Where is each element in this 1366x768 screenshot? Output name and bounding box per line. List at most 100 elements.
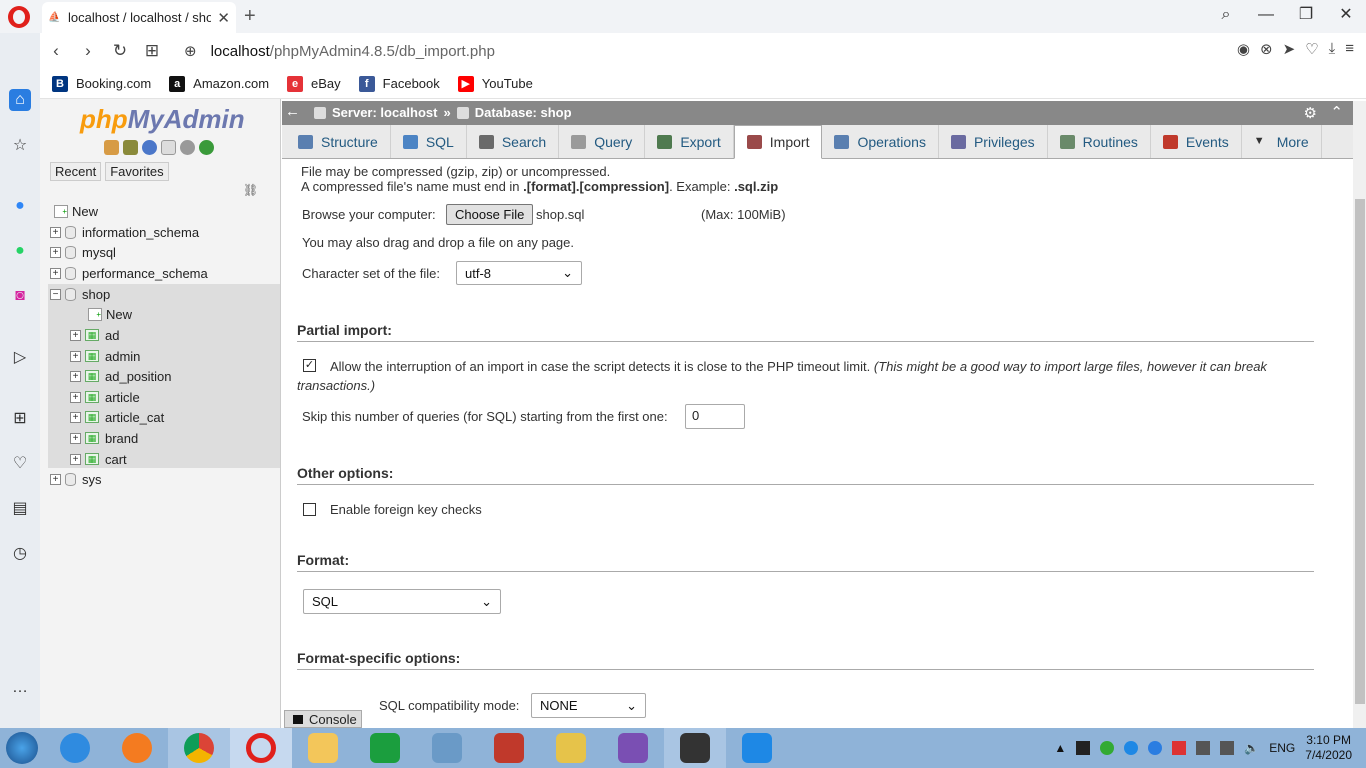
new-tab-plus-icon[interactable]: + <box>244 5 256 28</box>
tab-events[interactable]: Events <box>1151 125 1242 158</box>
adblock-icon[interactable]: ⊗ <box>1260 40 1273 58</box>
back-icon[interactable]: ‹ <box>40 41 72 61</box>
reload-icon[interactable]: ↻ <box>104 41 136 61</box>
reload-nav-icon[interactable] <box>199 140 214 155</box>
link-with-main-panel-icon[interactable]: ⛓ <box>243 183 258 197</box>
taskbar-app-4[interactable] <box>664 728 726 768</box>
start-button[interactable] <box>0 728 44 768</box>
tree-table-cart[interactable]: + ▦ cart <box>70 449 127 469</box>
whatsapp-icon[interactable]: ● <box>9 240 31 262</box>
easy-setup-icon[interactable]: ≡ <box>1345 40 1354 58</box>
expand-icon[interactable]: + <box>70 370 81 382</box>
expand-icon[interactable]: + <box>70 432 81 444</box>
bookmarks-icon[interactable]: ☆ <box>9 134 31 156</box>
close-tab-icon[interactable]: ✕ <box>217 9 230 27</box>
taskbar-store[interactable] <box>354 728 416 768</box>
docs-icon[interactable] <box>161 140 176 155</box>
restore-icon[interactable]: ❐ <box>1286 0 1326 32</box>
tree-table-brand[interactable]: + ▦ brand <box>70 428 138 448</box>
instagram-icon[interactable]: ◙ <box>9 285 31 307</box>
tree-table-article[interactable]: + ▦ article <box>70 387 140 407</box>
minimize-icon[interactable]: — <box>1246 0 1286 32</box>
expand-icon[interactable]: + <box>50 246 61 258</box>
more-icon[interactable]: … <box>9 677 31 699</box>
collapse-top-icon[interactable]: ⌃ <box>1330 103 1343 121</box>
fk-checks-checkbox[interactable] <box>303 503 316 516</box>
tray-security-icon[interactable] <box>1100 741 1115 755</box>
opera-logo-icon[interactable] <box>8 6 30 28</box>
tree-db-performance-schema[interactable]: + performance_schema <box>50 263 208 283</box>
taskbar-app-3[interactable] <box>540 728 602 768</box>
tree-db-sys[interactable]: + sys <box>50 469 102 489</box>
collapse-nav-arrow-icon[interactable]: ← <box>285 103 300 120</box>
choose-file-button[interactable]: Choose File <box>446 204 534 225</box>
bookmark-item[interactable]: f Facebook <box>358 75 440 92</box>
expand-icon[interactable]: + <box>50 267 61 279</box>
tab-operations[interactable]: Operations <box>822 125 939 158</box>
tray-teamviewer-icon[interactable] <box>1148 741 1163 755</box>
taskbar-app-5[interactable] <box>726 728 788 768</box>
extensions-icon[interactable]: ⊞ <box>9 407 31 429</box>
scrollbar-thumb[interactable] <box>1355 199 1365 704</box>
tray-network-icon[interactable] <box>1220 741 1235 755</box>
tab-import[interactable]: Import <box>733 125 823 159</box>
favorites-tab[interactable]: Favorites <box>105 162 169 181</box>
tray-device-icon[interactable] <box>1196 741 1211 755</box>
tree-db-mysql[interactable]: + mysql <box>50 242 116 262</box>
tab-sql[interactable]: SQL <box>391 125 467 158</box>
taskbar-app-1[interactable] <box>416 728 478 768</box>
expand-icon[interactable]: + <box>70 411 81 423</box>
taskbar-opera[interactable] <box>230 728 292 768</box>
forward-icon[interactable]: › <box>72 41 104 61</box>
url-field[interactable]: ⊕ localhost/phpMyAdmin4.8.5/db_import.ph… <box>184 42 495 61</box>
tab-query[interactable]: Query <box>559 125 646 158</box>
console-toggle[interactable]: Console <box>284 710 362 728</box>
tray-alert-icon[interactable] <box>1172 741 1187 755</box>
tab-routines[interactable]: Routines <box>1048 125 1151 158</box>
tree-new-root[interactable]: + New <box>54 201 98 221</box>
personal-news-icon[interactable]: ♡ <box>9 452 31 474</box>
settings-gear-icon[interactable]: ⚙ <box>1304 104 1317 122</box>
format-select[interactable]: SQL ⌄ <box>303 589 501 614</box>
home-small-icon[interactable] <box>104 140 119 155</box>
bookmark-item[interactable]: a Amazon.com <box>169 75 269 92</box>
tab-more[interactable]: ▼ More <box>1242 125 1322 158</box>
taskbar-firefox[interactable] <box>106 728 168 768</box>
expand-icon[interactable]: + <box>70 391 81 403</box>
expand-icon[interactable]: + <box>70 329 81 341</box>
pma-logo[interactable]: phpMyAdmin <box>80 104 245 135</box>
taskbar-vs[interactable] <box>602 728 664 768</box>
compat-mode-select[interactable]: NONE ⌄ <box>531 693 646 718</box>
messenger-icon[interactable]: ● <box>9 195 31 217</box>
tab-structure[interactable]: Structure <box>286 125 391 158</box>
tree-shop-new[interactable]: + New <box>88 304 132 324</box>
search-tabs-icon[interactable]: ⌕ <box>1206 0 1246 32</box>
collapse-icon[interactable]: − <box>50 288 61 300</box>
history-icon[interactable]: ◷ <box>9 542 31 564</box>
taskbar-explorer[interactable] <box>292 728 354 768</box>
tray-overflow-icon[interactable]: ▲ <box>1054 741 1066 755</box>
expand-icon[interactable]: + <box>70 453 81 465</box>
close-window-icon[interactable]: ✕ <box>1326 0 1366 32</box>
recent-tab[interactable]: Recent <box>50 162 102 181</box>
tree-table-admin[interactable]: + ▦ admin <box>70 346 140 366</box>
breadcrumb-server[interactable]: Server: localhost <box>332 105 438 120</box>
flow-icon[interactable]: ▷ <box>9 346 31 368</box>
bookmark-item[interactable]: ▶ YouTube <box>457 75 533 92</box>
tree-table-ad-position[interactable]: + ▦ ad_position <box>70 366 172 386</box>
tab-export[interactable]: Export <box>645 125 734 158</box>
tray-edge-icon[interactable] <box>1124 741 1139 755</box>
tree-table-article-cat[interactable]: + ▦ article_cat <box>70 407 164 427</box>
volume-icon[interactable]: 🔈 <box>1244 741 1259 755</box>
breadcrumb-database[interactable]: Database: shop <box>475 105 572 120</box>
taskbar-app-2[interactable] <box>478 728 540 768</box>
tree-db-information-schema[interactable]: + information_schema <box>50 222 199 242</box>
charset-select[interactable]: utf-8 ⌄ <box>456 261 582 285</box>
news-icon[interactable]: ▤ <box>9 497 31 519</box>
expand-icon[interactable]: + <box>70 350 81 362</box>
tree-db-shop[interactable]: − shop <box>50 284 110 304</box>
heart-icon[interactable]: ♡ <box>1305 40 1318 58</box>
tree-table-ad[interactable]: + ▦ ad <box>70 325 119 345</box>
download-icon[interactable]: ⤓ <box>1329 40 1336 58</box>
send-icon[interactable]: ➤ <box>1283 40 1296 58</box>
